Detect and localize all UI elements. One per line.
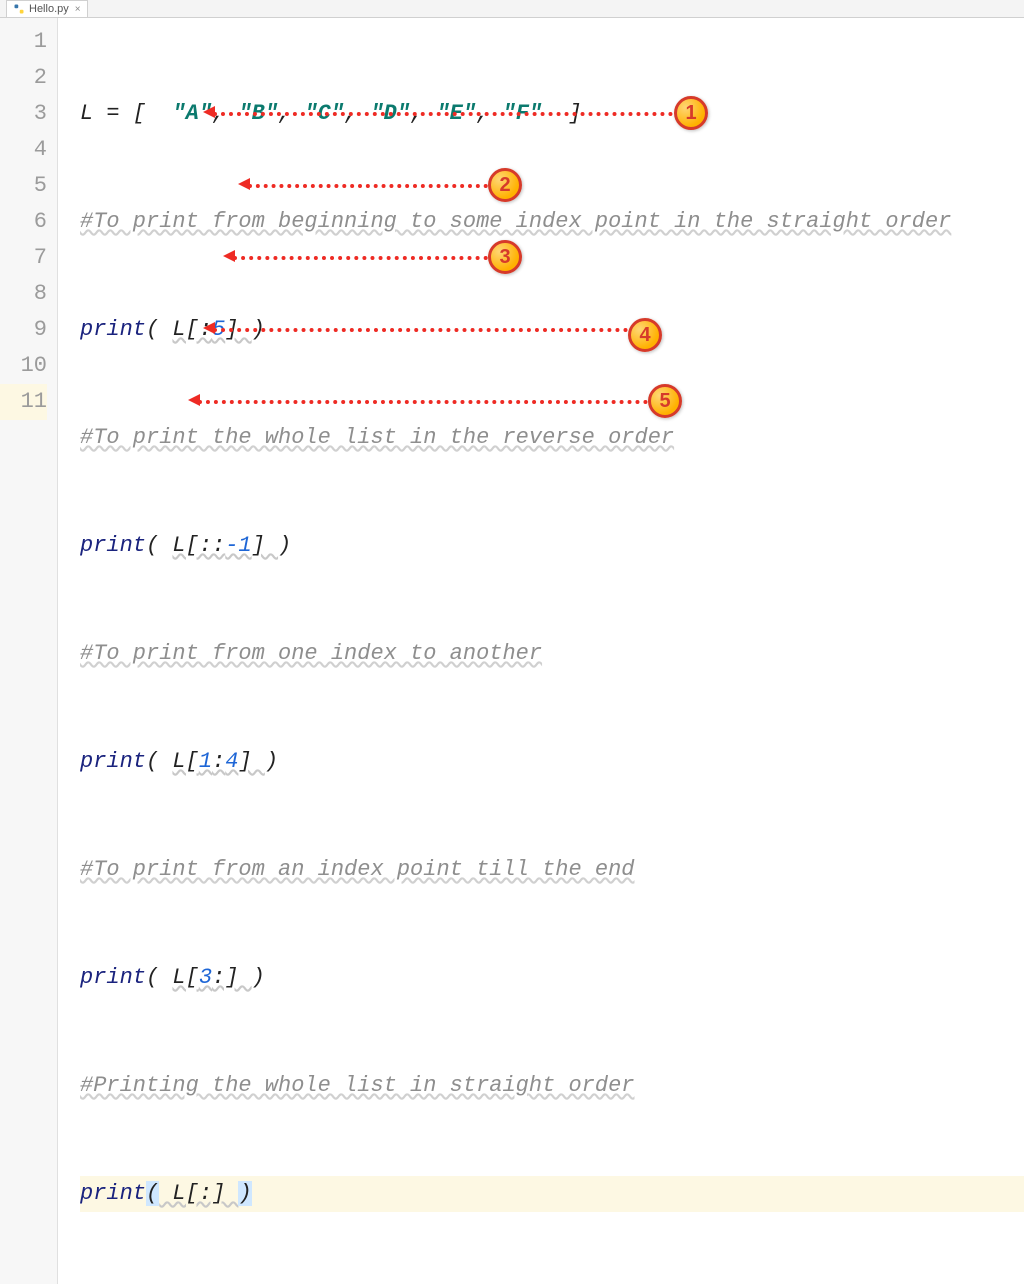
code-line: #To print from beginning to some index p… (80, 204, 1024, 240)
code-text-area[interactable]: L = [ "A", "B", "C", "D", "E", "F" ] #To… (58, 18, 1024, 1284)
line-number: 8 (0, 276, 47, 312)
code-line: #To print from an index point till the e… (80, 852, 1024, 888)
code-line: print( L[:5] ) (80, 312, 1024, 348)
callout-badge-2: 2 (488, 168, 522, 202)
file-tab-hello[interactable]: Hello.py × (6, 0, 88, 17)
python-file-icon (13, 3, 25, 15)
line-number: 3 (0, 96, 47, 132)
line-number: 11 (0, 384, 47, 420)
code-line: print( L[3:] ) (80, 960, 1024, 996)
file-tab-label: Hello.py (29, 3, 69, 15)
line-number: 7 (0, 240, 47, 276)
code-line: L = [ "A", "B", "C", "D", "E", "F" ] (80, 96, 1024, 132)
code-line: print( L[1:4] ) (80, 744, 1024, 780)
line-number: 2 (0, 60, 47, 96)
editor-tab-bar: Hello.py × (0, 0, 1024, 18)
callout-badge-3: 3 (488, 240, 522, 274)
close-icon[interactable]: × (75, 4, 81, 15)
line-number: 4 (0, 132, 47, 168)
code-line: print( L[:] ) (80, 1176, 1024, 1212)
line-number: 1 (0, 24, 47, 60)
code-line: print( L[::-1] ) (80, 528, 1024, 564)
line-number: 6 (0, 204, 47, 240)
line-number: 10 (0, 348, 47, 384)
code-line: #To print the whole list in the reverse … (80, 420, 1024, 456)
code-editor[interactable]: 1 2 3 4 5 6 7 8 9 10 11 L = [ "A", "B", … (0, 18, 1024, 1284)
line-number: 9 (0, 312, 47, 348)
line-number-gutter: 1 2 3 4 5 6 7 8 9 10 11 (0, 18, 58, 1284)
code-line: #To print from one index to another (80, 636, 1024, 672)
callout-badge-5: 5 (648, 384, 682, 418)
code-line: #Printing the whole list in straight ord… (80, 1068, 1024, 1104)
line-number: 5 (0, 168, 47, 204)
